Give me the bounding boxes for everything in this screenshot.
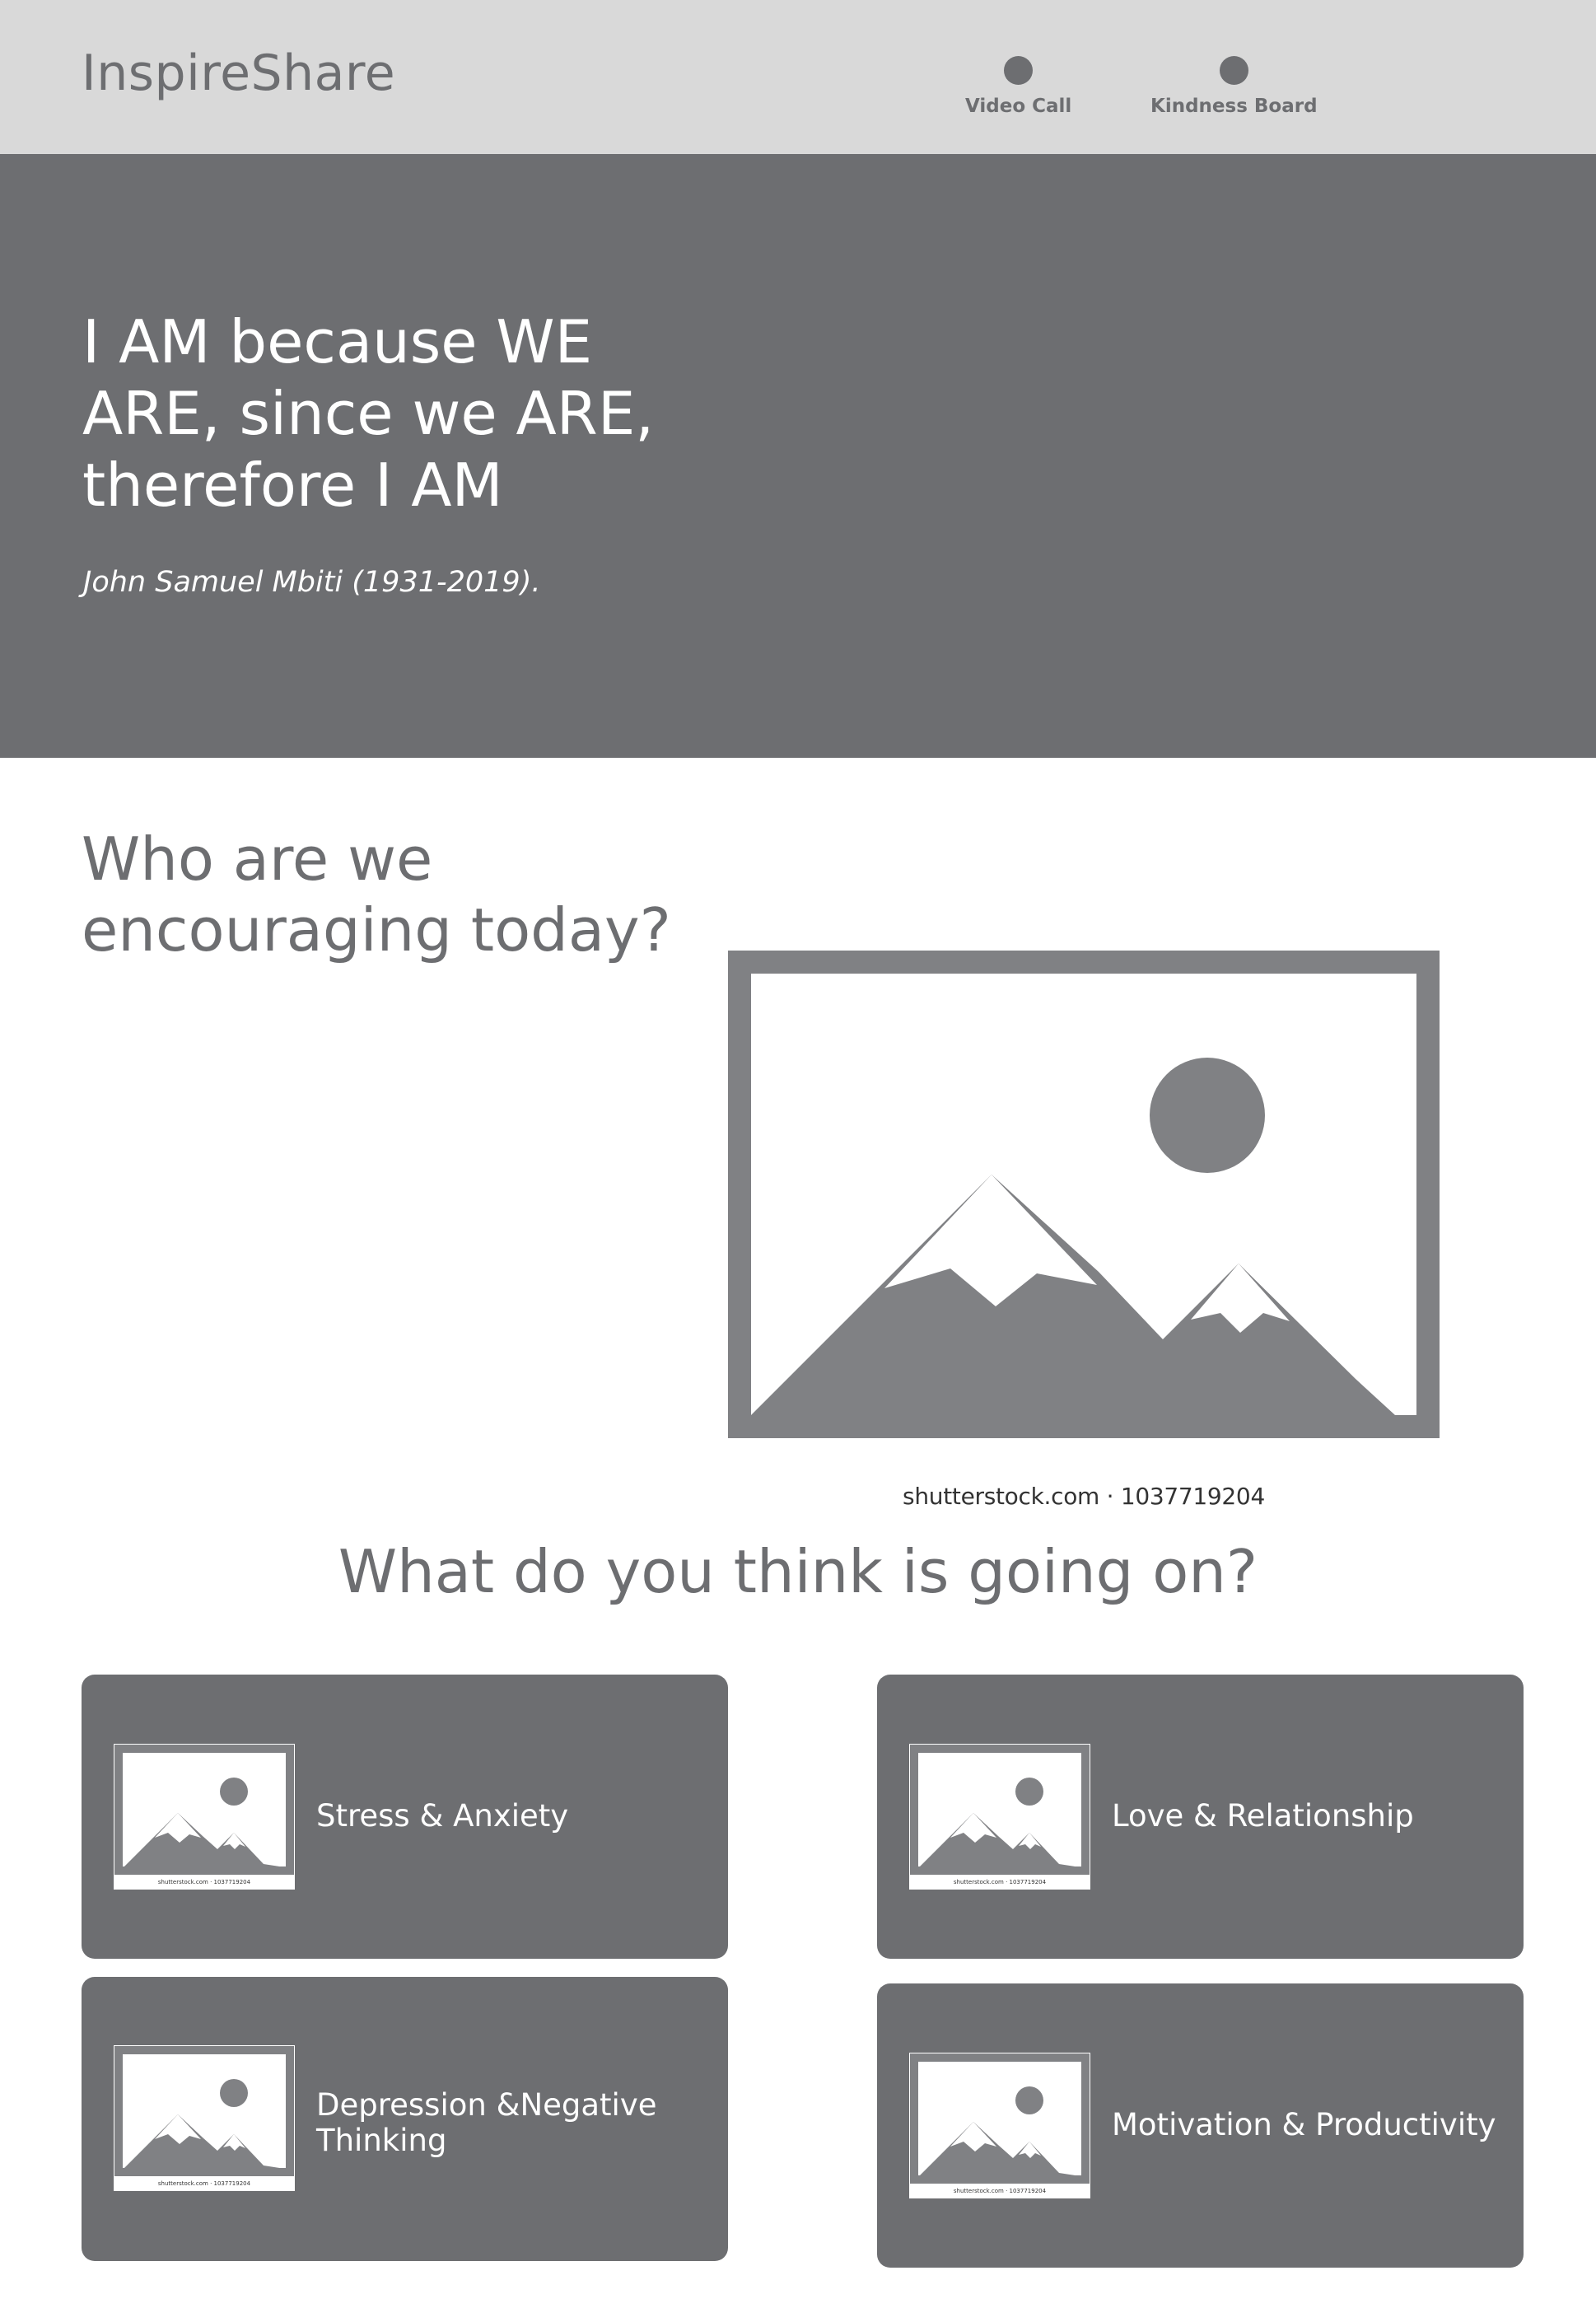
topic-label: Motivation & Productivity xyxy=(1112,2107,1496,2142)
video-call-icon xyxy=(1004,56,1034,85)
landscape-image-icon: shutterstock.com · 1037719204 xyxy=(910,1745,1090,1885)
landscape-image-icon: shutterstock.com · 1037719204 xyxy=(910,2053,1090,2194)
nav-label-kindness-board: Kindness Board xyxy=(1150,96,1318,117)
who-heading: Who are we encouraging today? xyxy=(82,825,671,965)
topic-thumbnail: shutterstock.com · 1037719204 xyxy=(909,1744,1090,1890)
thumb-credit: shutterstock.com · 1037719204 xyxy=(158,1879,251,1885)
topic-label: Depression &Negative Thinking xyxy=(316,2087,657,2158)
thumb-credit: shutterstock.com · 1037719204 xyxy=(954,1879,1047,1885)
topics-heading: What do you think is going on? xyxy=(338,1537,1258,1606)
nav-item-kindness-board[interactable]: Kindness Board xyxy=(1150,56,1318,117)
hero-banner: I AM because WE ARE, since we ARE, there… xyxy=(0,154,1596,758)
topic-card-motivation-productivity[interactable]: shutterstock.com · 1037719204 Motivation… xyxy=(877,1983,1524,2268)
topic-thumbnail: shutterstock.com · 1037719204 xyxy=(909,2053,1090,2198)
top-nav-bar: InspireShare Video Call Kindness Board xyxy=(0,0,1596,154)
nav-label-video-call: Video Call xyxy=(965,96,1072,117)
topic-label: Love & Relationship xyxy=(1112,1798,1414,1834)
landscape-image-icon: shutterstock.com · 1037719204 xyxy=(114,1745,294,1885)
topic-label: Stress & Anxiety xyxy=(316,1798,569,1834)
image-credit: shutterstock.com · 1037719204 xyxy=(903,1483,1265,1510)
topic-card-depression-negative-thinking[interactable]: shutterstock.com · 1037719204 Depression… xyxy=(82,1977,728,2261)
brand-logo-text[interactable]: InspireShare xyxy=(82,44,395,102)
hero-quote-author: John Samuel Mbiti (1931-2019). xyxy=(83,566,541,599)
topic-card-stress-anxiety[interactable]: shutterstock.com · 1037719204 Stress & A… xyxy=(82,1675,728,1959)
landscape-image-icon xyxy=(728,951,1440,1438)
topic-card-love-relationship[interactable]: shutterstock.com · 1037719204 Love & Rel… xyxy=(877,1675,1524,1959)
thumb-credit: shutterstock.com · 1037719204 xyxy=(158,2180,251,2187)
topic-thumbnail: shutterstock.com · 1037719204 xyxy=(114,1744,295,1890)
landscape-image-icon: shutterstock.com · 1037719204 xyxy=(114,2046,294,2187)
hero-quote: I AM because WE ARE, since we ARE, there… xyxy=(82,307,655,520)
kindness-board-icon xyxy=(1219,56,1248,85)
nav-item-video-call[interactable]: Video Call xyxy=(965,56,1071,117)
image-placeholder xyxy=(728,951,1440,1438)
thumb-credit: shutterstock.com · 1037719204 xyxy=(954,2188,1047,2194)
topic-thumbnail: shutterstock.com · 1037719204 xyxy=(114,2045,295,2191)
